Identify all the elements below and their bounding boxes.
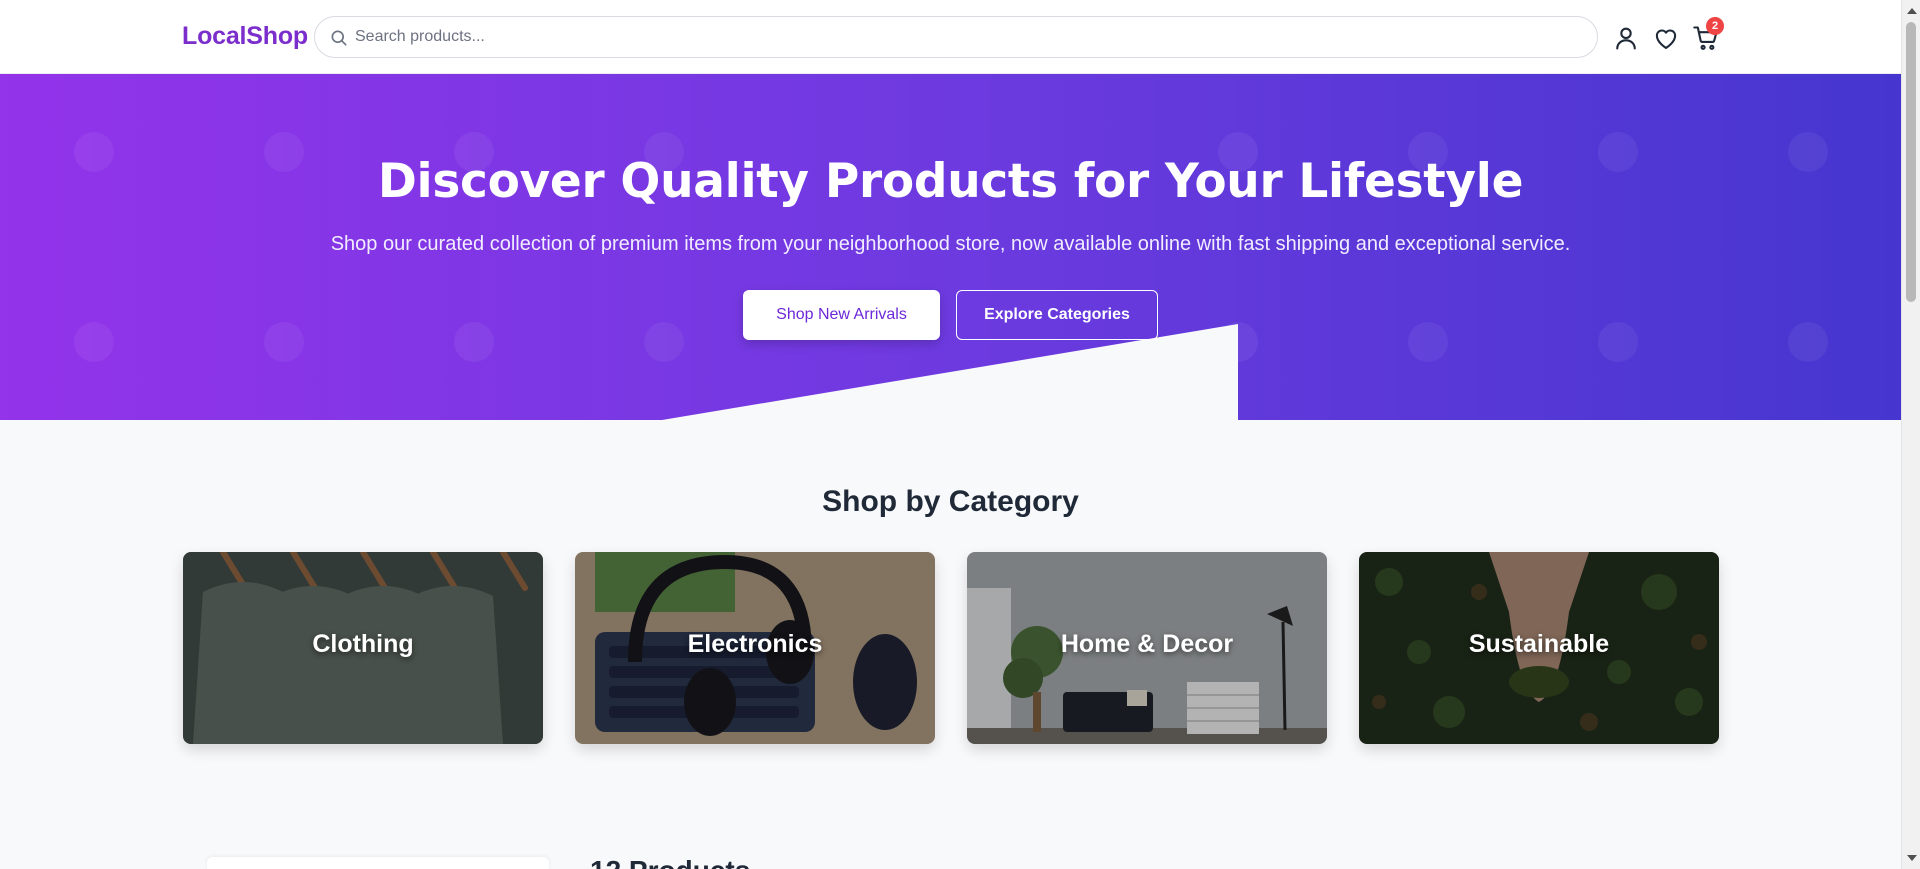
scroll-thumb[interactable]	[1906, 22, 1916, 302]
category-card-sustainable[interactable]: Sustainable	[1359, 552, 1719, 744]
category-card-electronics[interactable]: Electronics	[575, 552, 935, 744]
search-bar[interactable]	[314, 16, 1598, 58]
category-section-heading: Shop by Category	[822, 485, 1079, 518]
scroll-up-arrow-icon[interactable]	[1907, 8, 1917, 14]
page-scrollbar[interactable]	[1901, 0, 1920, 869]
cart-count-badge: 2	[1706, 17, 1724, 35]
category-card-home-decor[interactable]: Home & Decor	[967, 552, 1327, 744]
category-label: Home & Decor	[1060, 630, 1234, 658]
category-label: Clothing	[312, 630, 414, 658]
hero-subtitle: Shop our curated collection of premium i…	[330, 233, 1571, 255]
search-icon	[331, 30, 347, 46]
search-input[interactable]	[355, 17, 1585, 57]
site-header: LocalShop 2	[0, 0, 1901, 74]
explore-categories-button[interactable]: Explore Categories	[956, 290, 1158, 340]
site-logo[interactable]: LocalShop	[182, 22, 308, 51]
shop-new-arrivals-button[interactable]: Shop New Arrivals	[743, 290, 940, 340]
user-icon[interactable]	[1612, 24, 1640, 52]
filter-sidebar-panel	[207, 857, 549, 869]
category-label: Sustainable	[1468, 630, 1610, 658]
products-count-heading: 12 Products	[590, 857, 750, 869]
hero-title: Discover Quality Products for Your Lifes…	[377, 154, 1524, 209]
category-card-clothing[interactable]: Clothing	[183, 552, 543, 744]
heart-icon[interactable]	[1652, 24, 1680, 52]
scroll-down-arrow-icon[interactable]	[1907, 855, 1917, 861]
hero-banner: Discover Quality Products for Your Lifes…	[0, 74, 1901, 420]
category-label: Electronics	[687, 630, 823, 658]
